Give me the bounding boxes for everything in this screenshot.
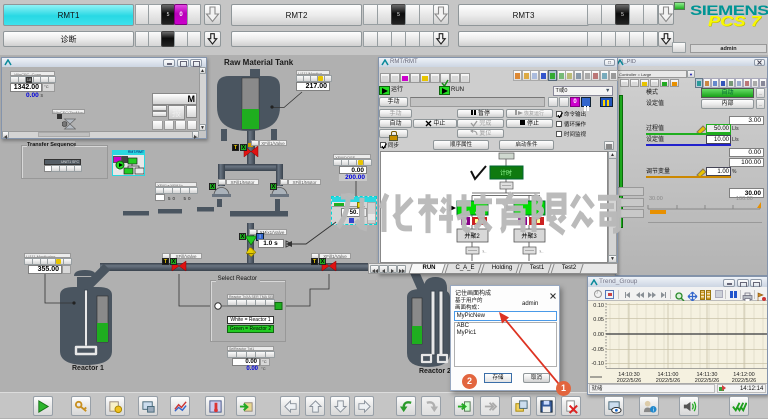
svg-text:计时: 计时 — [500, 169, 512, 177]
svg-text:0.00: 0.00 — [593, 332, 604, 338]
svg-text:i: i — [652, 407, 653, 413]
svg-text:0.10: 0.10 — [593, 303, 604, 309]
svg-text:-0.05: -0.05 — [591, 347, 604, 353]
svg-text:-0.10: -0.10 — [591, 361, 604, 367]
svg-text:0.05: 0.05 — [593, 317, 604, 323]
svg-text:?..: ?.. — [482, 249, 486, 254]
svg-text:?..: ?.. — [539, 249, 543, 254]
